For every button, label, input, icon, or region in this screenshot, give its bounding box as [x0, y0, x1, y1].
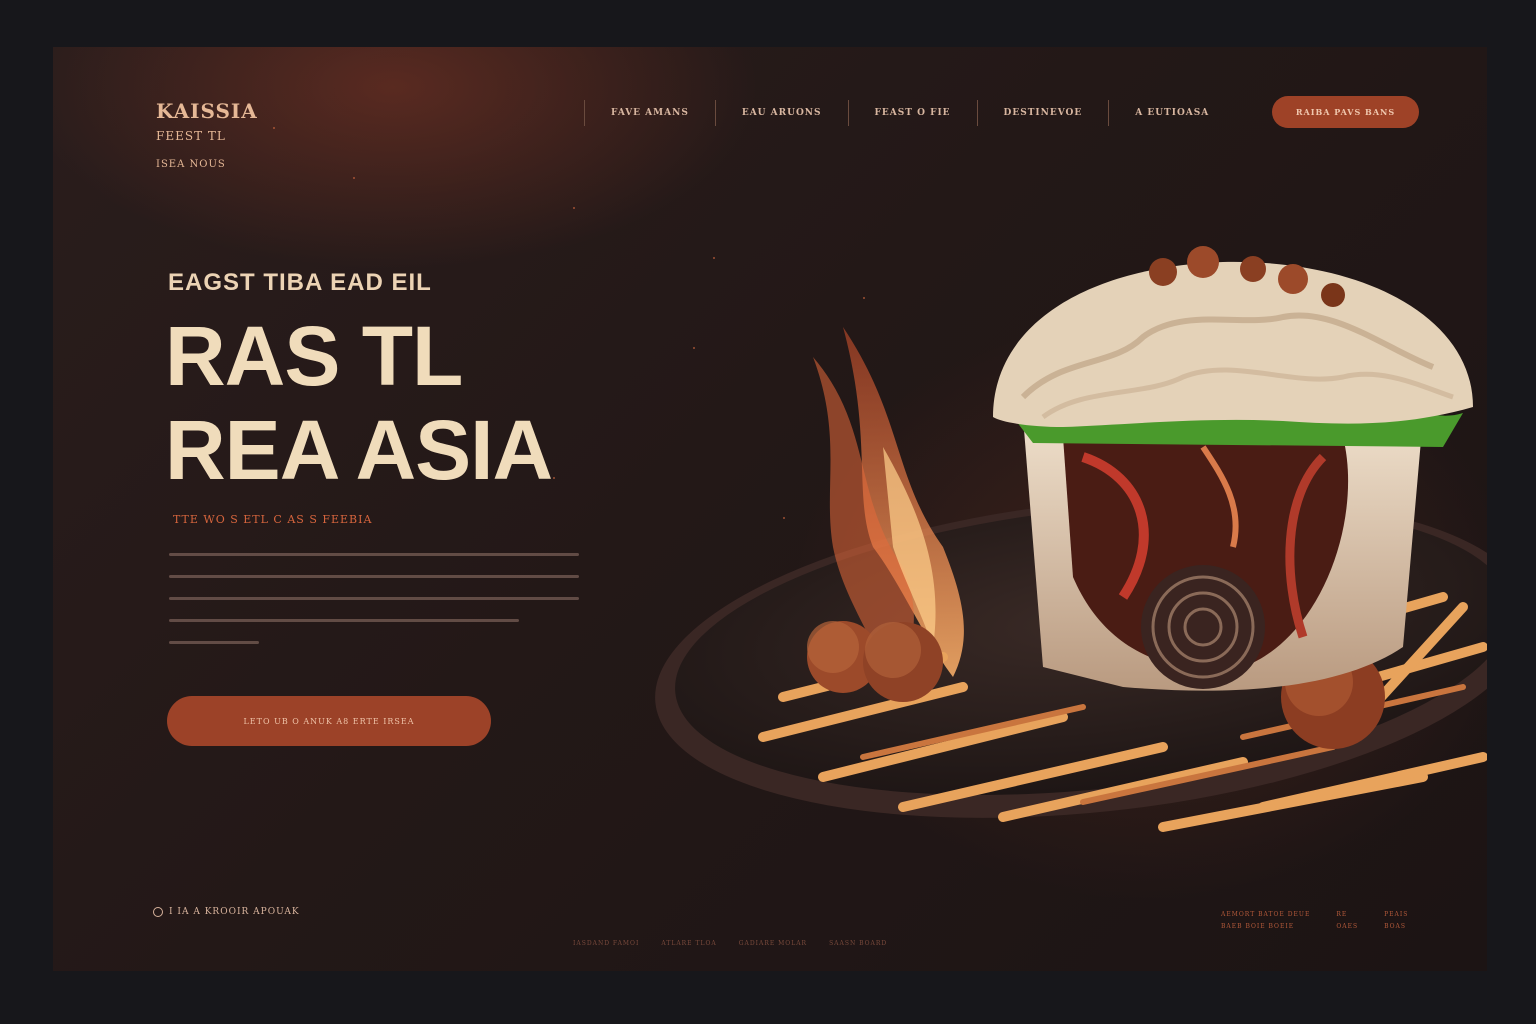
landing-page: KAISSIA FEEST TL ISEA NOUS FAVE AMANS EA… — [53, 47, 1487, 971]
hero-subline: TTE WO S ETL C AS S FEEBIA — [173, 513, 373, 526]
contact-col-2: RE OAES — [1336, 909, 1358, 933]
brand-logo[interactable]: KAISSIA FEEST TL ISEA NOUS — [156, 99, 258, 170]
footer-link-2[interactable]: ATLARE TLOA — [661, 940, 716, 947]
brand-tagline: ISEA NOUS — [156, 159, 226, 170]
hero-cta-button[interactable]: LETO UB O ANUK A8 ERTE IRSEA — [167, 696, 491, 746]
hero-headline-line2: REA ASIA — [165, 403, 553, 497]
food-illustration — [655, 246, 1487, 832]
brand-title: KAISSIA — [156, 99, 258, 123]
contact-line: OAES — [1336, 923, 1359, 930]
nav-item-5[interactable]: A EUTIOASA — [1109, 108, 1235, 118]
brand-subtitle: FEEST TL — [156, 129, 226, 143]
hero-headline: RAS TL REA ASIA — [165, 309, 553, 497]
footer-links: IASDAND FAMOI ATLARE TLOA GADIARE MOLAR … — [573, 940, 887, 947]
social-label: I IA A KROOIR APOUAK — [169, 907, 300, 917]
contact-line: BAEB BOIE BOEIE — [1221, 923, 1295, 930]
contact-line: RE — [1336, 911, 1348, 918]
nav-item-2[interactable]: EAU ARUONS — [716, 108, 848, 118]
hero-body-text — [169, 553, 579, 663]
body-line — [169, 575, 579, 578]
social-row[interactable]: I IA A KROOIR APOUAK — [153, 907, 300, 917]
nav-cta-button[interactable]: RAIBA PAVS BANS — [1272, 96, 1419, 128]
body-line — [169, 619, 519, 622]
hero-headline-line1: RAS TL — [165, 309, 463, 403]
contact-col-1: AEMORT BATOE DEUE BAEB BOIE BOEIE — [1221, 909, 1310, 933]
footer-link-3[interactable]: GADIARE MOLAR — [739, 940, 807, 947]
contact-line: PEAIS — [1384, 911, 1409, 918]
main-nav: FAVE AMANS EAU ARUONS FEAST O FIE DESTIN… — [584, 100, 1235, 126]
footer-link-1[interactable]: IASDAND FAMOI — [573, 940, 639, 947]
footer-contact: AEMORT BATOE DEUE BAEB BOIE BOEIE RE OAE… — [1221, 909, 1408, 933]
footer-link-4[interactable]: SAASN BOARD — [829, 940, 887, 947]
nav-item-1[interactable]: FAVE AMANS — [585, 108, 715, 118]
circle-icon — [153, 907, 163, 917]
contact-line: AEMORT BATOE DEUE — [1221, 911, 1311, 918]
body-line — [169, 641, 259, 644]
contact-col-3: PEAIS BOAS — [1384, 909, 1408, 933]
body-line — [169, 597, 579, 600]
nav-item-3[interactable]: FEAST O FIE — [849, 108, 977, 118]
contact-line: BOAS — [1384, 923, 1406, 930]
body-line — [169, 553, 579, 556]
nav-item-4[interactable]: DESTINEVOE — [978, 108, 1109, 118]
hero-eyebrow: EAGST TIBA EAD EIL — [168, 269, 432, 296]
